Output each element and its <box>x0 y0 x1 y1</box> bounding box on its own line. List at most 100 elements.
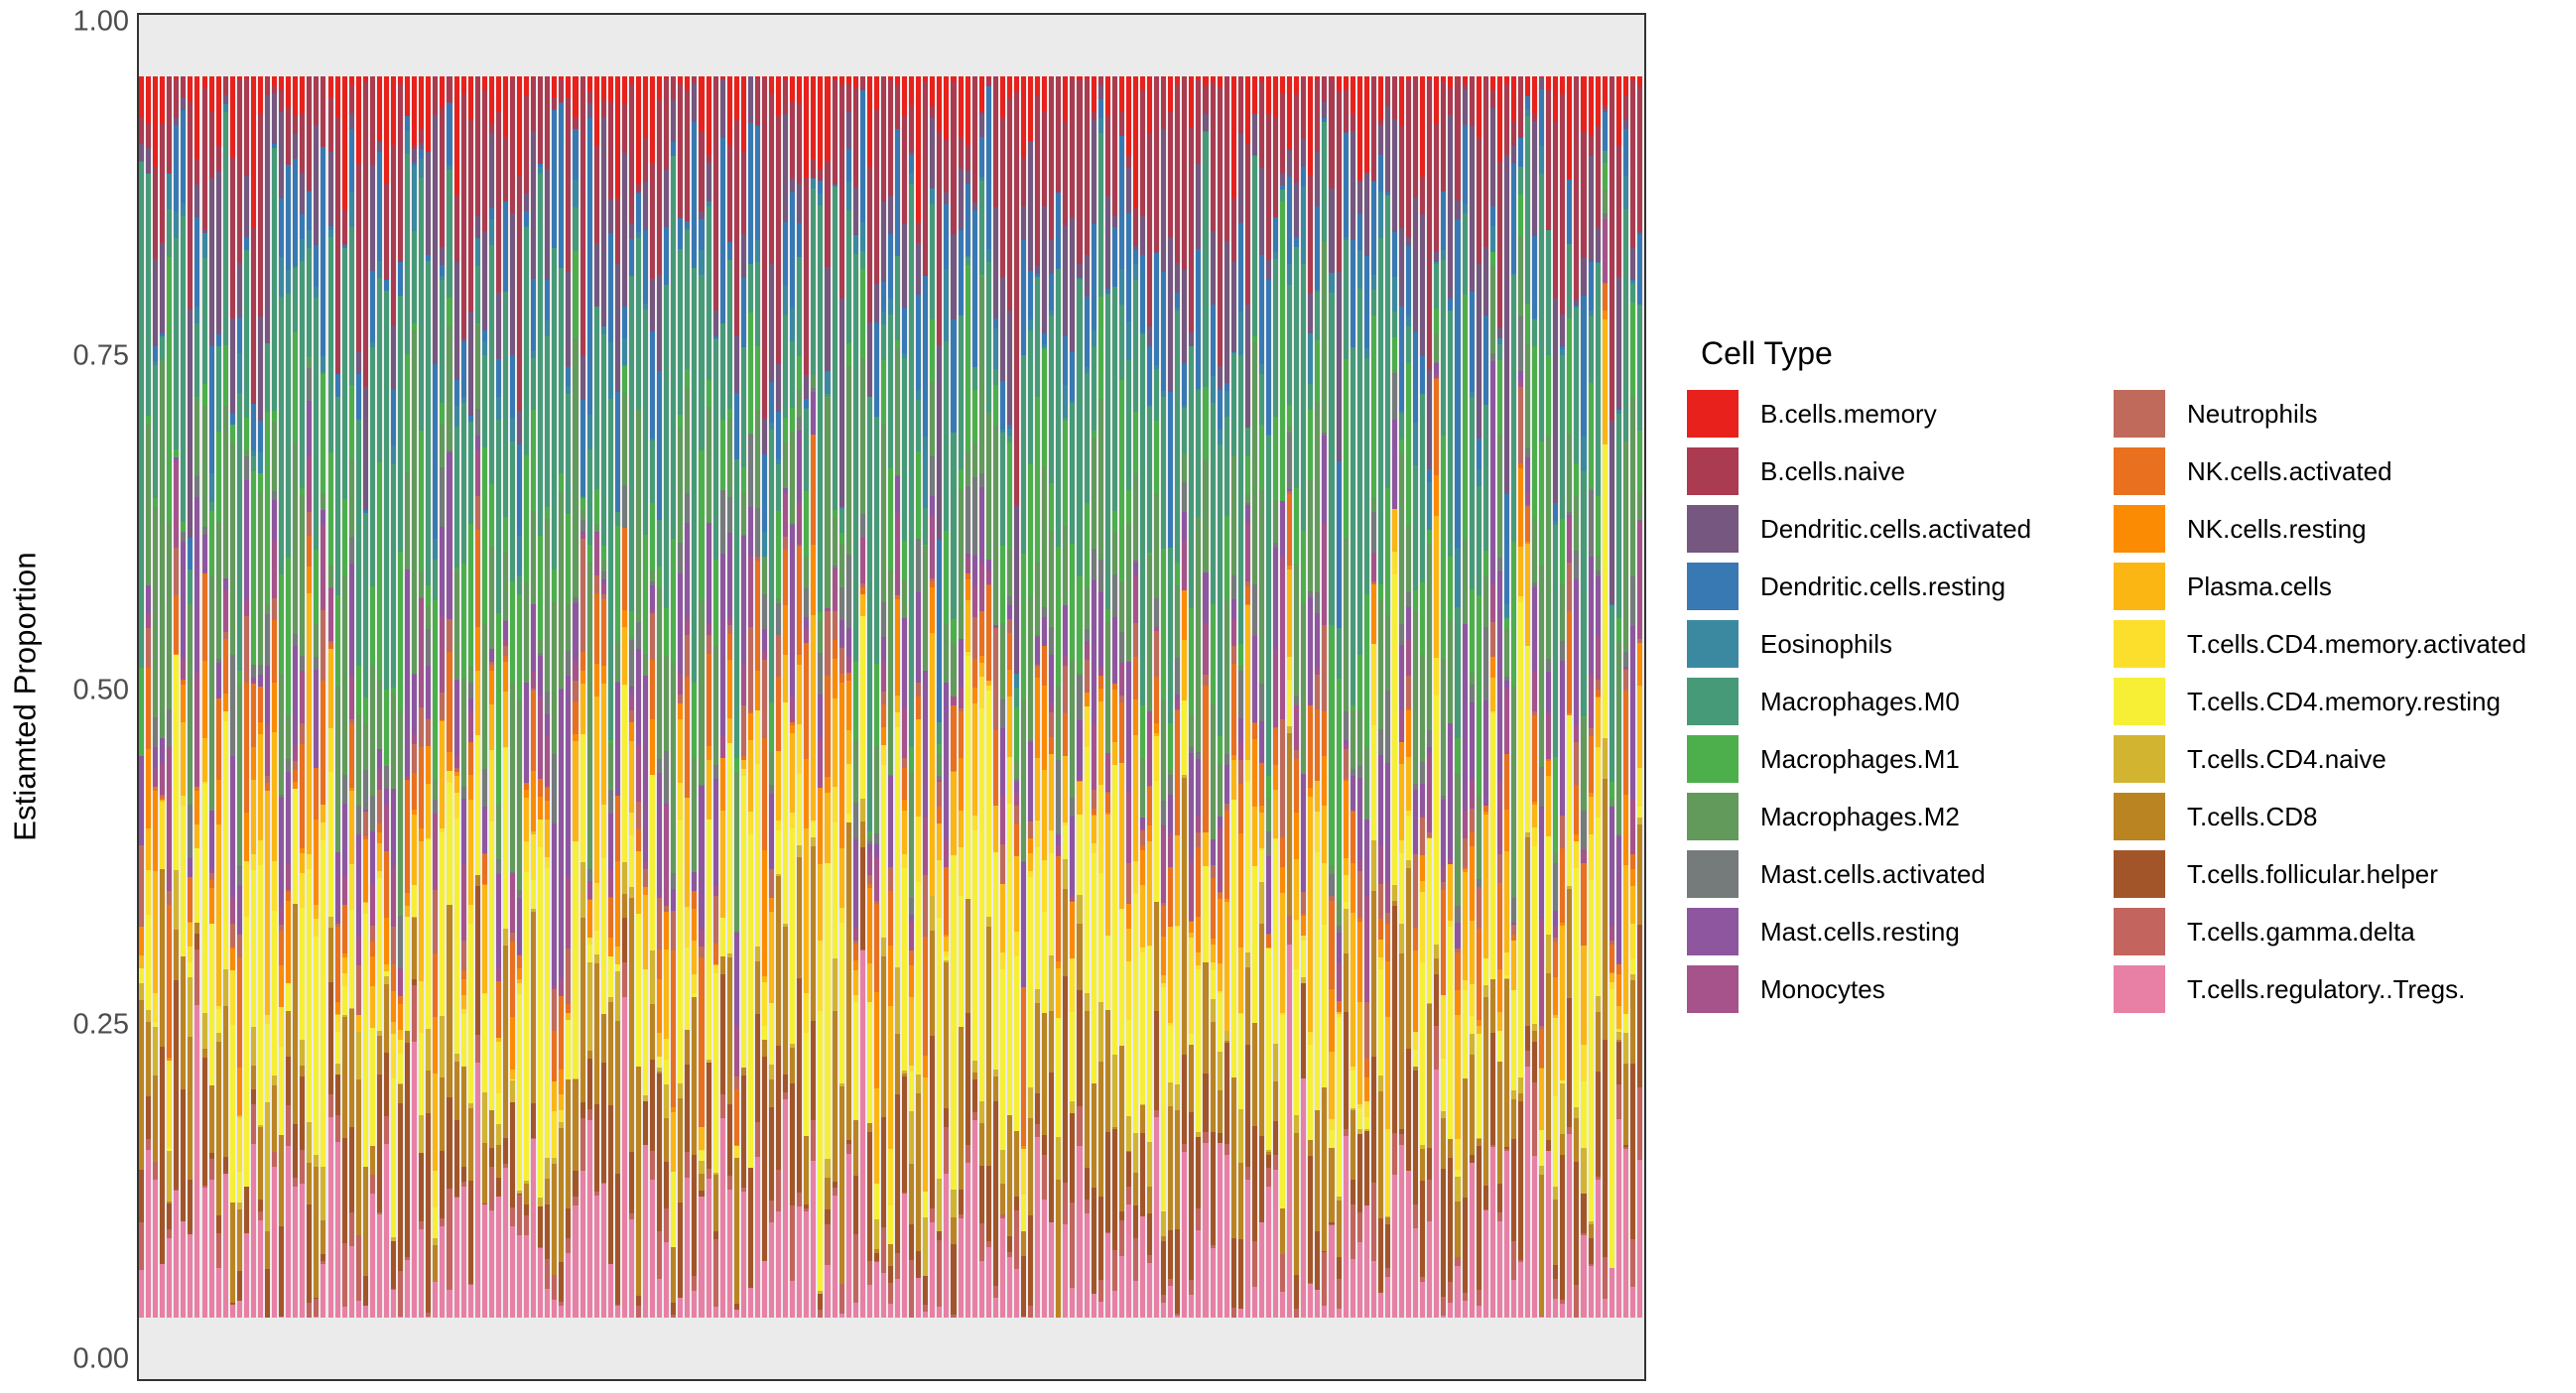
stacked-bar[interactable] <box>818 15 824 1379</box>
stacked-bar[interactable] <box>1343 15 1349 1379</box>
stacked-bar[interactable] <box>733 15 739 1379</box>
stacked-bar[interactable] <box>1125 15 1131 1379</box>
stacked-bar[interactable] <box>852 15 858 1379</box>
stacked-bar[interactable] <box>607 15 613 1379</box>
stacked-bar[interactable] <box>614 15 620 1379</box>
stacked-bar[interactable] <box>1370 15 1376 1379</box>
stacked-bar[interactable] <box>958 15 964 1379</box>
stacked-bar[interactable] <box>1384 15 1390 1379</box>
stacked-bar[interactable] <box>1104 15 1110 1379</box>
stacked-bar[interactable] <box>1553 15 1559 1379</box>
legend-item[interactable]: Mast.cells.resting <box>1687 903 2114 960</box>
stacked-bar[interactable] <box>524 15 530 1379</box>
stacked-bar[interactable] <box>531 15 537 1379</box>
stacked-bar[interactable] <box>1350 15 1355 1379</box>
stacked-bar[interactable] <box>559 15 565 1379</box>
stacked-bar[interactable] <box>467 15 473 1379</box>
stacked-bar[interactable] <box>286 15 292 1379</box>
legend-item[interactable]: T.cells.regulatory..Tregs. <box>2114 960 2560 1018</box>
stacked-bar[interactable] <box>229 15 235 1379</box>
stacked-bar[interactable] <box>944 15 950 1379</box>
stacked-bar[interactable] <box>1132 15 1138 1379</box>
stacked-bar[interactable] <box>1539 15 1545 1379</box>
stacked-bar[interactable] <box>257 15 263 1379</box>
stacked-bar[interactable] <box>1287 15 1293 1379</box>
stacked-bar[interactable] <box>1189 15 1195 1379</box>
stacked-bar[interactable] <box>481 15 487 1379</box>
stacked-bar[interactable] <box>635 15 641 1379</box>
stacked-bar[interactable] <box>1217 15 1223 1379</box>
stacked-bar[interactable] <box>1042 15 1048 1379</box>
stacked-bar[interactable] <box>678 15 684 1379</box>
stacked-bar[interactable] <box>355 15 361 1379</box>
stacked-bar[interactable] <box>699 15 705 1379</box>
stacked-bar[interactable] <box>460 15 466 1379</box>
stacked-bar[interactable] <box>859 15 865 1379</box>
stacked-bar[interactable] <box>327 15 333 1379</box>
stacked-bar[interactable] <box>517 15 523 1379</box>
stacked-bar[interactable] <box>1615 15 1621 1379</box>
stacked-bar[interactable] <box>398 15 404 1379</box>
stacked-bar[interactable] <box>1175 15 1181 1379</box>
stacked-bar[interactable] <box>1441 15 1447 1379</box>
stacked-bar[interactable] <box>712 15 718 1379</box>
stacked-bar[interactable] <box>1420 15 1426 1379</box>
stacked-bar[interactable] <box>405 15 411 1379</box>
stacked-bar[interactable] <box>1455 15 1461 1379</box>
stacked-bar[interactable] <box>930 15 936 1379</box>
stacked-bar[interactable] <box>769 15 775 1379</box>
legend-item[interactable]: B.cells.memory <box>1687 385 2114 443</box>
stacked-bar[interactable] <box>1406 15 1412 1379</box>
stacked-bar[interactable] <box>671 15 677 1379</box>
stacked-bar[interactable] <box>1602 15 1608 1379</box>
stacked-bar[interactable] <box>776 15 782 1379</box>
stacked-bar[interactable] <box>1588 15 1594 1379</box>
stacked-bar[interactable] <box>1244 15 1250 1379</box>
stacked-bar[interactable] <box>628 15 634 1379</box>
stacked-bar[interactable] <box>1413 15 1419 1379</box>
stacked-bar[interactable] <box>243 15 249 1379</box>
legend-item[interactable]: Monocytes <box>1687 960 2114 1018</box>
stacked-bar[interactable] <box>208 15 214 1379</box>
stacked-bar[interactable] <box>1070 15 1076 1379</box>
stacked-bar[interactable] <box>1622 15 1628 1379</box>
stacked-bar[interactable] <box>383 15 389 1379</box>
stacked-bar[interactable] <box>1462 15 1468 1379</box>
stacked-bar[interactable] <box>1147 15 1153 1379</box>
stacked-bar[interactable] <box>726 15 732 1379</box>
stacked-bar[interactable] <box>1139 15 1146 1379</box>
stacked-bar[interactable] <box>923 15 929 1379</box>
stacked-bar[interactable] <box>1322 15 1328 1379</box>
stacked-bar[interactable] <box>236 15 242 1379</box>
stacked-bar[interactable] <box>1280 15 1286 1379</box>
stacked-bar[interactable] <box>657 15 663 1379</box>
legend-item[interactable]: Dendritic.cells.activated <box>1687 500 2114 558</box>
stacked-bar[interactable] <box>1056 15 1062 1379</box>
stacked-bar[interactable] <box>1308 15 1314 1379</box>
stacked-bar[interactable] <box>1091 15 1096 1379</box>
stacked-bar[interactable] <box>495 15 501 1379</box>
stacked-bar[interactable] <box>580 15 585 1379</box>
stacked-bar[interactable] <box>321 15 326 1379</box>
stacked-bar[interactable] <box>832 15 837 1379</box>
stacked-bar[interactable] <box>1084 15 1090 1379</box>
stacked-bar[interactable] <box>1063 15 1069 1379</box>
stacked-bar[interactable] <box>1629 15 1635 1379</box>
stacked-bar[interactable] <box>314 15 320 1379</box>
stacked-bar[interactable] <box>293 15 299 1379</box>
stacked-bar[interactable] <box>509 15 515 1379</box>
stacked-bar[interactable] <box>369 15 375 1379</box>
stacked-bar[interactable] <box>838 15 844 1379</box>
stacked-bar[interactable] <box>1273 15 1279 1379</box>
stacked-bar[interactable] <box>1203 15 1209 1379</box>
stacked-bar[interactable] <box>181 15 187 1379</box>
stacked-bar[interactable] <box>1427 15 1433 1379</box>
stacked-bar[interactable] <box>1077 15 1083 1379</box>
stacked-bar[interactable] <box>600 15 606 1379</box>
stacked-bar[interactable] <box>692 15 698 1379</box>
legend-item[interactable]: Dendritic.cells.resting <box>1687 558 2114 615</box>
legend-item[interactable]: T.cells.CD8 <box>2114 788 2560 845</box>
stacked-bar[interactable] <box>433 15 439 1379</box>
stacked-bar[interactable] <box>1301 15 1307 1379</box>
stacked-bar[interactable] <box>488 15 494 1379</box>
